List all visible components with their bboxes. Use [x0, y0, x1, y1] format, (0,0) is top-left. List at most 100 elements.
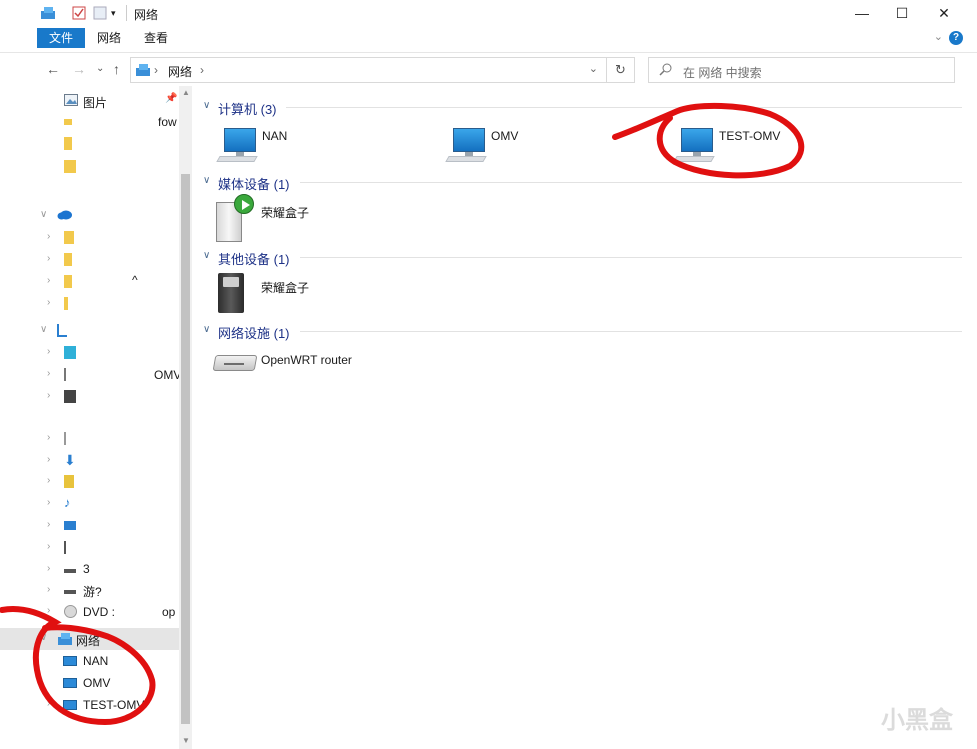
- search-box[interactable]: 在 网络 中搜索: [648, 57, 955, 83]
- window-title: 网络: [134, 8, 159, 22]
- expand-chevron-icon[interactable]: ›: [47, 253, 50, 264]
- item-computer-omv[interactable]: OMV: [445, 124, 645, 174]
- expand-chevron-icon[interactable]: ›: [47, 346, 50, 357]
- nav-item-desktop[interactable]: ›: [0, 515, 179, 537]
- expand-chevron-icon[interactable]: ›: [47, 563, 50, 574]
- expand-chevron-icon[interactable]: ›: [47, 454, 50, 465]
- collapse-chevron-icon[interactable]: ∨: [203, 175, 210, 186]
- expand-chevron-icon[interactable]: ›: [47, 584, 50, 595]
- nav-item-folder-2[interactable]: [0, 133, 179, 155]
- nav-item-nan[interactable]: NAN: [0, 650, 179, 672]
- expand-chevron-icon[interactable]: ›: [47, 432, 50, 443]
- expand-chevron-icon[interactable]: ›: [47, 605, 50, 616]
- collapse-chevron-icon[interactable]: ∨: [203, 250, 210, 261]
- address-dropdown-button[interactable]: ⌄: [589, 62, 598, 75]
- group-header-computers[interactable]: ∨ 计算机 (3): [200, 96, 962, 118]
- expand-chevron-icon[interactable]: ›: [47, 275, 50, 286]
- expand-chevron-icon[interactable]: ›: [47, 698, 50, 709]
- nav-item-omv[interactable]: OMV: [0, 672, 179, 694]
- title-bar: ▾ 网络 — ☐ ✕: [0, 0, 977, 26]
- search-input[interactable]: 在 网络 中搜索: [683, 64, 762, 81]
- nav-item-folder-4[interactable]: ›: [0, 227, 179, 249]
- network-folder-icon[interactable]: [40, 6, 55, 20]
- expand-chevron-icon[interactable]: ›: [47, 541, 50, 552]
- nav-item-folder-1[interactable]: fow: [0, 113, 179, 135]
- item-computer-nan[interactable]: NAN: [216, 124, 416, 174]
- computer-icon: [63, 700, 77, 710]
- expand-chevron-icon[interactable]: ∨: [40, 324, 47, 335]
- nav-item-drive-c[interactable]: ›: [0, 537, 179, 559]
- group-header-other-devices[interactable]: ∨ 其他设备 (1): [200, 246, 962, 268]
- expand-chevron-icon[interactable]: ∨: [40, 632, 47, 643]
- address-box[interactable]: › 网络 › ⌄: [130, 57, 607, 83]
- folder-icon: [64, 297, 68, 310]
- nav-item-drive-games[interactable]: › 游?: [0, 580, 179, 602]
- nav-item-downloads[interactable]: › ⬇: [0, 450, 179, 472]
- nav-item-3d-objects[interactable]: ›: [0, 342, 179, 364]
- collapse-chevron-icon[interactable]: ∨: [203, 100, 210, 111]
- expand-chevron-icon[interactable]: ∨: [40, 209, 47, 220]
- pin-icon[interactable]: 📌: [165, 93, 177, 104]
- nav-scrollbar[interactable]: ▲ ▼: [179, 86, 192, 749]
- nav-item-test-omv[interactable]: › TEST-OMV: [0, 694, 179, 716]
- item-label: 荣耀盒子: [261, 206, 310, 220]
- minimize-button[interactable]: —: [842, 0, 882, 26]
- nav-item-dvd[interactable]: › DVD : op: [0, 601, 179, 623]
- breadcrumb-chevron[interactable]: ›: [200, 63, 204, 77]
- group-title: 其他设备 (1): [218, 252, 290, 267]
- maximize-button[interactable]: ☐: [882, 0, 922, 26]
- item-other-honor-box[interactable]: 荣耀盒子: [196, 273, 396, 323]
- customize-toolbar-icon[interactable]: ▾: [111, 8, 125, 22]
- expand-chevron-icon[interactable]: ›: [47, 519, 50, 530]
- group-header-media-devices[interactable]: ∨ 媒体设备 (1): [200, 171, 962, 193]
- nav-item-folder-7[interactable]: ›: [0, 293, 179, 315]
- close-button[interactable]: ✕: [924, 0, 964, 26]
- collapse-chevron-icon[interactable]: ∨: [203, 324, 210, 335]
- navigation-bar: ← → ⌄ ↑ › 网络 › ⌄ ↻ 在 网络 中搜索: [0, 52, 977, 86]
- nav-item-folder-5[interactable]: ›: [0, 249, 179, 271]
- expand-chevron-icon[interactable]: ›: [47, 297, 50, 308]
- item-openwrt-router[interactable]: OpenWRT router: [196, 349, 396, 385]
- ribbon-expand-icon[interactable]: ⌄: [934, 30, 943, 43]
- nav-item-onedrive[interactable]: ∨: [0, 205, 179, 227]
- scrollbar-thumb[interactable]: [181, 174, 190, 724]
- up-button[interactable]: ↑: [113, 61, 120, 77]
- expand-chevron-icon[interactable]: ›: [47, 475, 50, 486]
- new-folder-icon[interactable]: [93, 6, 107, 20]
- watermark-logo: 小黑盒: [881, 707, 953, 734]
- refresh-button[interactable]: ↻: [607, 57, 635, 83]
- nav-item-documents[interactable]: ›: [0, 428, 179, 450]
- properties-icon[interactable]: [72, 6, 86, 20]
- nav-item-folder-3[interactable]: [0, 156, 179, 178]
- nav-item-pictures[interactable]: 图片 📌: [0, 90, 179, 112]
- tab-view[interactable]: 查看: [139, 28, 173, 48]
- device-icon: [196, 273, 256, 317]
- help-icon[interactable]: ?: [949, 31, 963, 45]
- nav-item-music[interactable]: › ♪: [0, 493, 179, 515]
- tab-file[interactable]: 文件: [37, 28, 85, 48]
- item-computer-test-omv[interactable]: TEST-OMV: [673, 124, 873, 174]
- forward-button[interactable]: →: [72, 61, 86, 77]
- breadcrumb-separator[interactable]: ›: [154, 63, 158, 77]
- back-button[interactable]: ←: [46, 61, 60, 77]
- nav-item-pictures-2[interactable]: ›: [0, 471, 179, 493]
- nav-item-network[interactable]: ∨ 网络: [0, 628, 179, 650]
- nav-label-nan: NAN: [83, 654, 109, 668]
- expand-chevron-icon[interactable]: ›: [47, 390, 50, 401]
- nav-item-drive-omv[interactable]: › OMV: [0, 364, 181, 386]
- expand-chevron-icon[interactable]: ›: [47, 497, 50, 508]
- nav-item-videos[interactable]: ›: [0, 386, 179, 408]
- nav-item-folder-6[interactable]: › ^: [0, 271, 179, 293]
- scroll-up-arrow-icon[interactable]: ▲: [182, 88, 190, 97]
- music-icon: ♪: [64, 495, 71, 510]
- breadcrumb-network[interactable]: 网络: [168, 63, 192, 80]
- tab-network[interactable]: 网络: [92, 28, 126, 48]
- scroll-down-arrow-icon[interactable]: ▼: [182, 736, 190, 745]
- recent-locations-button[interactable]: ⌄: [96, 63, 104, 74]
- group-header-network-infrastructure[interactable]: ∨ 网络设施 (1): [200, 320, 962, 342]
- expand-chevron-icon[interactable]: ›: [47, 368, 50, 379]
- nav-item-drive-d[interactable]: › 3: [0, 559, 179, 581]
- item-media-honor-box[interactable]: 荣耀盒子: [196, 194, 396, 250]
- expand-chevron-icon[interactable]: ›: [47, 231, 50, 242]
- nav-item-this-pc[interactable]: ∨: [0, 320, 179, 342]
